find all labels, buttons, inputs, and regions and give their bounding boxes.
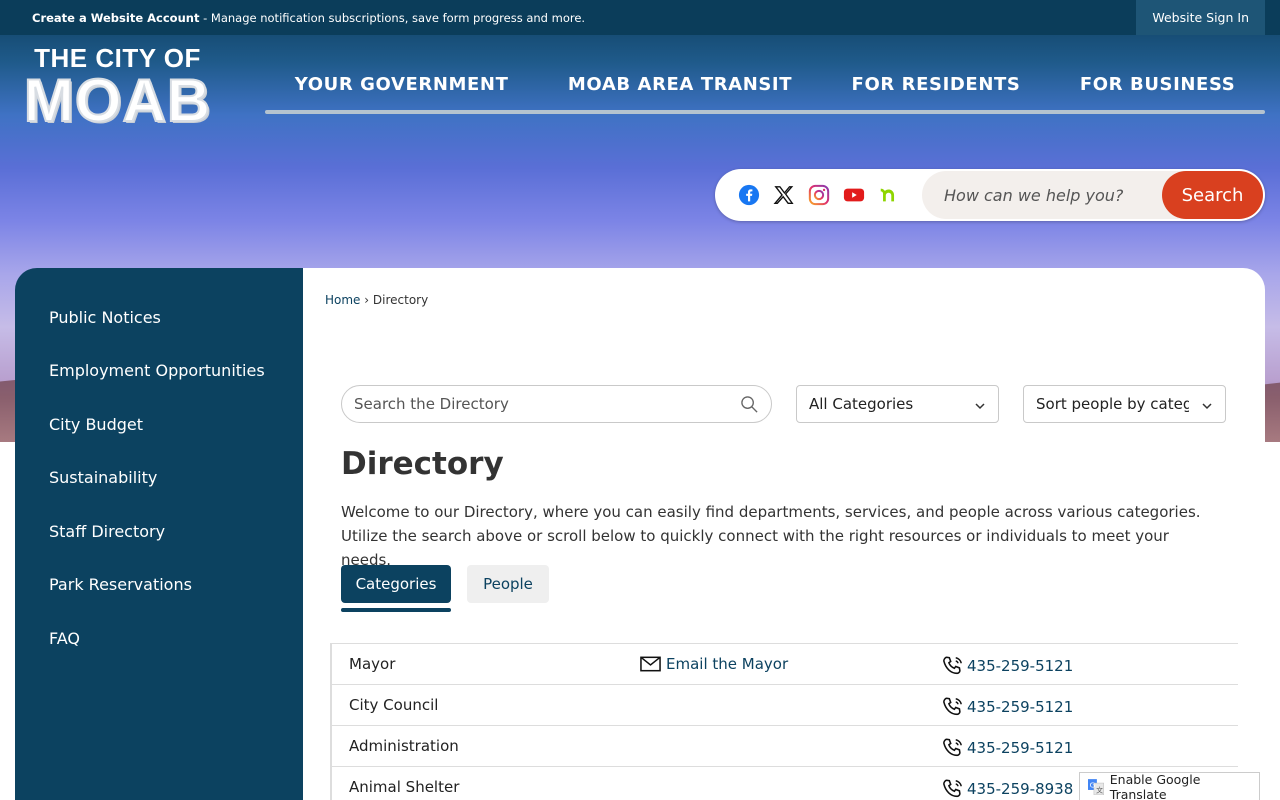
nav-moab-area-transit[interactable]: MOAB AREA TRANSIT <box>568 66 792 95</box>
account-message-text: - Manage notification subscriptions, sav… <box>199 10 586 25</box>
search-icon[interactable] <box>740 395 759 418</box>
phone-link[interactable]: 435-259-8938 <box>942 778 1073 800</box>
city-logo[interactable]: THE CITY OF MOAB <box>15 44 220 134</box>
sidebar-item-staff-directory[interactable]: Staff Directory <box>49 522 165 541</box>
phone-number: 435-259-8938 <box>967 780 1074 798</box>
sidebar-item-city-budget[interactable]: City Budget <box>49 415 143 434</box>
site-search-button[interactable]: Search <box>1162 171 1263 219</box>
phone-number: 435-259-5121 <box>967 657 1074 675</box>
directory-search <box>341 385 772 423</box>
breadcrumb: Home › Directory <box>325 293 428 307</box>
row-name[interactable]: Administration <box>349 737 459 755</box>
category-select[interactable]: All Categories <box>796 385 999 423</box>
logo-line-2: MOAB <box>23 67 212 134</box>
breadcrumb-home[interactable]: Home <box>325 293 360 307</box>
svg-text:文: 文 <box>1096 785 1103 794</box>
nav-your-government[interactable]: YOUR GOVERNMENT <box>295 66 509 95</box>
google-translate-label: Enable Google Translate <box>1109 771 1201 800</box>
phone-icon <box>943 656 962 675</box>
email-link[interactable]: Email the Mayor <box>640 655 788 673</box>
phone-icon <box>943 779 962 798</box>
phone-icon <box>943 697 962 716</box>
tab-categories[interactable]: Categories <box>341 565 451 603</box>
svg-text:G: G <box>1090 780 1096 789</box>
tab-active-indicator <box>341 608 451 612</box>
envelope-icon <box>640 656 661 672</box>
page-title: Directory <box>341 446 504 482</box>
chevron-down-icon <box>1201 398 1213 416</box>
top-bar: Create a Website Account - Manage notifi… <box>0 0 1280 35</box>
facebook-icon[interactable] <box>737 183 761 207</box>
main-nav: YOUR GOVERNMENT MOAB AREA TRANSIT FOR RE… <box>265 66 1265 114</box>
phone-link[interactable]: 435-259-5121 <box>942 696 1073 718</box>
main-content: Home › Directory All Categories Sort peo… <box>303 268 1265 800</box>
website-sign-in-button[interactable]: Website Sign In <box>1136 0 1265 35</box>
phone-link[interactable]: 435-259-5121 <box>942 655 1073 677</box>
phone-link[interactable]: 435-259-5121 <box>942 737 1073 759</box>
account-message: Create a Website Account - Manage notifi… <box>0 11 585 25</box>
row-name[interactable]: Animal Shelter <box>349 778 459 796</box>
sidebar-item-sustainability[interactable]: Sustainability <box>49 468 157 487</box>
breadcrumb-separator: › <box>364 293 370 307</box>
create-account-link[interactable]: Create a Website Account <box>32 11 199 25</box>
google-translate-icon: G文 <box>1088 778 1104 795</box>
sidebar: Public Notices Employment Opportunities … <box>15 268 315 800</box>
sidebar-item-employment-opportunities[interactable]: Employment Opportunities <box>49 361 265 380</box>
chevron-down-icon <box>974 398 986 416</box>
sidebar-item-park-reservations[interactable]: Park Reservations <box>49 575 192 594</box>
page-intro: Welcome to our Directory, where you can … <box>341 503 1201 569</box>
sidebar-item-public-notices[interactable]: Public Notices <box>49 308 161 327</box>
table-row: City Council 435-259-5121 <box>332 684 1238 725</box>
phone-number: 435-259-5121 <box>967 698 1074 716</box>
sort-select[interactable]: Sort people by category <box>1023 385 1226 423</box>
row-name[interactable]: City Council <box>349 696 438 714</box>
table-row: Administration 435-259-5121 <box>332 725 1238 766</box>
row-name[interactable]: Mayor <box>349 655 395 673</box>
site-search-input[interactable] <box>944 183 1154 207</box>
phone-number: 435-259-5121 <box>967 739 1074 757</box>
sort-select-value: Sort people by category <box>1036 395 1189 413</box>
google-translate-button[interactable]: G文 Enable Google Translate <box>1079 772 1260 800</box>
nextdoor-icon[interactable] <box>877 183 901 207</box>
instagram-icon[interactable] <box>807 183 831 207</box>
breadcrumb-current: Directory <box>372 293 429 307</box>
nav-for-residents[interactable]: FOR RESIDENTS <box>852 66 1021 95</box>
youtube-icon[interactable] <box>842 183 866 207</box>
table-row: Mayor Email the Mayor 435-259-5121 <box>332 643 1238 684</box>
nav-for-business[interactable]: FOR BUSINESS <box>1080 66 1235 95</box>
category-select-value: All Categories <box>809 395 914 413</box>
nav-underline <box>265 110 1265 114</box>
tab-people[interactable]: People <box>467 565 549 603</box>
sidebar-item-faq[interactable]: FAQ <box>49 629 80 648</box>
directory-search-input[interactable] <box>354 394 724 414</box>
x-icon[interactable] <box>772 183 796 207</box>
email-link-text: Email the Mayor <box>666 655 789 673</box>
phone-icon <box>943 738 962 757</box>
